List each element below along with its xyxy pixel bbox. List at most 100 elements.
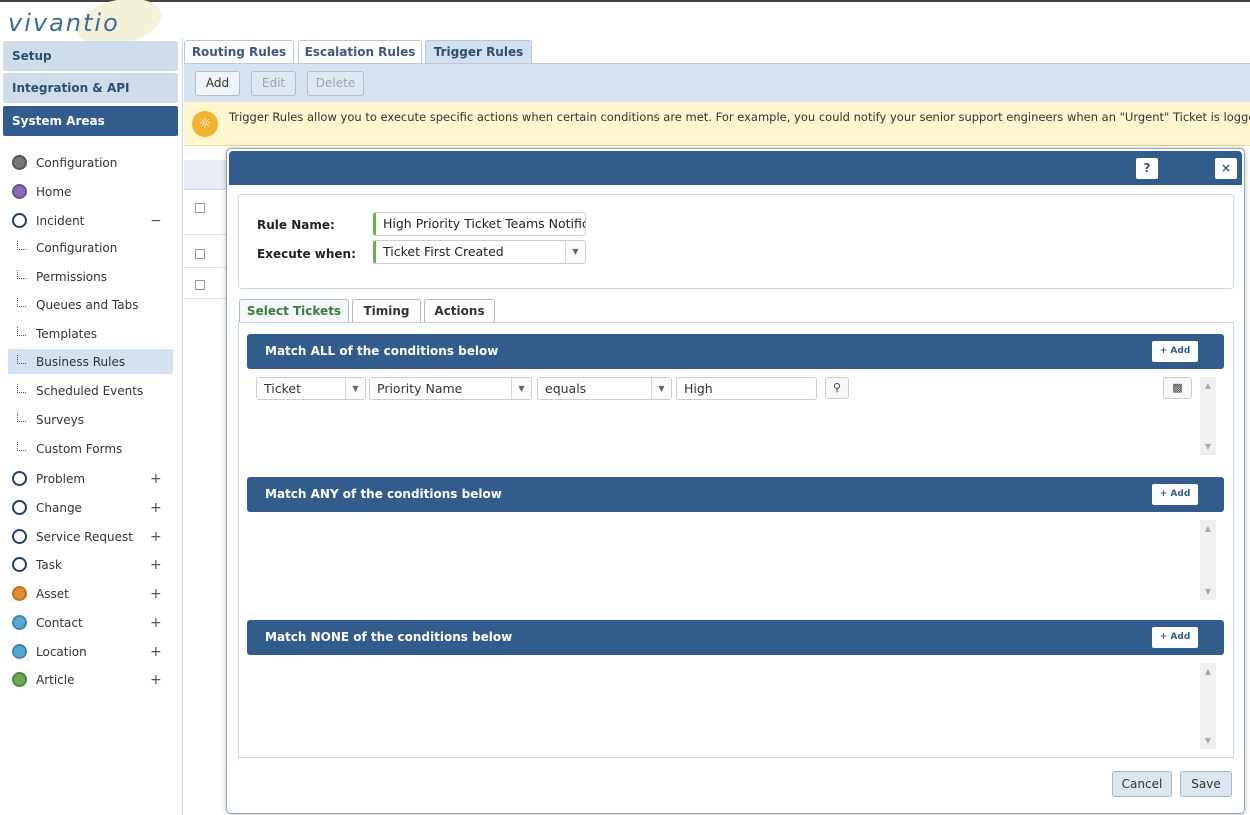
match-any-title: Match ANY of the conditions below [265, 487, 502, 501]
sidebar-item-label: Permissions [36, 269, 107, 284]
expand-toggle-icon[interactable]: + [150, 644, 162, 660]
sidebar-item-location[interactable]: Location + [0, 639, 183, 664]
tab-escalation-rules[interactable]: Escalation Rules [298, 40, 422, 63]
save-button[interactable]: Save [1180, 771, 1232, 797]
toolbar: Add Edit Delete [184, 63, 1250, 102]
sidebar-item-business-rules[interactable]: Business Rules [0, 349, 183, 374]
sidebar-item-permissions[interactable]: Permissions [0, 264, 183, 289]
sidebar-item-problem[interactable]: Problem + [0, 466, 183, 491]
chevron-down-icon: ▼ [651, 378, 671, 399]
sidebar-item-surveys[interactable]: Surveys [0, 407, 183, 432]
condition-operator-value: equals [545, 381, 587, 396]
match-any-add-button[interactable]: + Add [1152, 484, 1198, 505]
execute-when-select[interactable]: Ticket First Created ▼ [373, 240, 586, 264]
expand-toggle-icon[interactable]: + [150, 586, 162, 602]
sidebar-item-change[interactable]: Change + [0, 495, 183, 520]
sidebar-item-custom-forms[interactable]: Custom Forms [0, 436, 183, 461]
sidebar-item-label: Configuration [36, 155, 118, 170]
sidebar-item-queues-and-tabs[interactable]: Queues and Tabs [0, 292, 183, 317]
rule-name-input[interactable]: High Priority Ticket Teams Notifica [373, 212, 586, 236]
condition-value-input[interactable]: High [676, 377, 817, 400]
tree-branch-icon [17, 384, 26, 393]
grid-row-divider [184, 298, 228, 299]
sidebar-item-label: Business Rules [36, 354, 126, 369]
sidebar-item-home[interactable]: Home [0, 179, 183, 204]
close-button[interactable]: × [1215, 158, 1237, 179]
sidebar-item-contact[interactable]: Contact + [0, 610, 183, 635]
condition-entity-select[interactable]: Ticket ▼ [256, 377, 366, 400]
row-checkbox[interactable] [195, 280, 205, 290]
scroll-up-icon[interactable]: ▲ [1200, 381, 1216, 390]
sidebar-item-label: Asset [36, 586, 69, 601]
help-button[interactable]: ? [1136, 158, 1158, 179]
sidebar-item-label: Article [36, 672, 75, 687]
scroll-up-icon[interactable]: ▲ [1200, 667, 1216, 676]
match-none-scrollbar[interactable]: ▲ ▼ [1200, 663, 1216, 749]
chevron-down-icon: ▼ [511, 378, 531, 399]
chevron-down-icon: ▼ [345, 378, 365, 399]
grid-header [184, 160, 228, 190]
match-any-scrollbar[interactable]: ▲ ▼ [1200, 520, 1216, 600]
sidebar-item-article[interactable]: Article + [0, 667, 183, 692]
sidebar-item-service-request[interactable]: Service Request + [0, 524, 183, 549]
expand-toggle-icon[interactable]: + [150, 557, 162, 573]
expand-toggle-icon[interactable]: + [150, 672, 162, 688]
tree-branch-icon [17, 270, 26, 279]
sidebar-item-label: Home [36, 184, 72, 199]
sidebar-header-integration-api[interactable]: Integration & API [3, 73, 178, 103]
search-lookup-button[interactable]: ⚲ [825, 377, 849, 399]
delete-button[interactable]: Delete [307, 71, 364, 96]
match-none-title: Match NONE of the conditions below [265, 630, 513, 644]
rule-name-label: Rule Name: [257, 218, 335, 232]
scroll-down-icon[interactable]: ▼ [1200, 442, 1216, 451]
trigger-rule-dialog: ? × Rule Name: High Priority Ticket Team… [226, 148, 1245, 814]
sidebar-item-configuration[interactable]: Configuration [0, 150, 183, 175]
expand-toggle-icon[interactable]: + [150, 500, 162, 516]
tree-branch-icon [17, 413, 26, 422]
sidebar-item-label: Location [36, 644, 87, 659]
info-text: Trigger Rules allow you to execute speci… [229, 110, 1250, 124]
sidebar-item-task[interactable]: Task + [0, 552, 183, 577]
edit-button[interactable]: Edit [251, 71, 296, 96]
sidebar-item-label: Task [36, 557, 62, 572]
match-all-conditions: Ticket ▼ Priority Name ▼ equals ▼ High ⚲… [247, 369, 1224, 461]
collapse-toggle-icon[interactable]: − [150, 213, 162, 229]
condition-operator-select[interactable]: equals ▼ [537, 377, 672, 400]
match-any-header: Match ANY of the conditions below + Add [247, 477, 1224, 512]
chevron-down-icon: ▼ [565, 241, 585, 263]
sidebar-header-system-areas[interactable]: System Areas [3, 106, 178, 136]
sidebar-item-scheduled-events[interactable]: Scheduled Events [0, 378, 183, 403]
sidebar-item-incident-configuration[interactable]: Configuration [0, 235, 183, 260]
tab-actions[interactable]: Actions [424, 299, 495, 322]
sidebar-header-setup[interactable]: Setup [3, 41, 178, 71]
expand-toggle-icon[interactable]: + [150, 615, 162, 631]
expand-toggle-icon[interactable]: + [150, 471, 162, 487]
sidebar-item-templates[interactable]: Templates [0, 321, 183, 346]
expand-toggle-icon[interactable]: + [150, 529, 162, 545]
problem-icon [12, 471, 27, 486]
add-button[interactable]: Add [195, 71, 240, 96]
scroll-up-icon[interactable]: ▲ [1200, 524, 1216, 533]
sidebar-item-incident[interactable]: Incident − [0, 208, 183, 233]
scroll-down-icon[interactable]: ▼ [1200, 736, 1216, 745]
tab-routing-rules[interactable]: Routing Rules [184, 40, 294, 63]
tree-branch-icon [17, 355, 26, 364]
match-any-conditions: ▲ ▼ [247, 512, 1224, 604]
change-icon [12, 500, 27, 515]
sidebar-item-label: Templates [36, 326, 98, 341]
rule-details-panel: Rule Name: High Priority Ticket Teams No… [238, 194, 1234, 289]
match-all-scrollbar[interactable]: ▲ ▼ [1200, 377, 1216, 455]
cancel-button[interactable]: Cancel [1112, 771, 1172, 797]
sidebar-item-asset[interactable]: Asset + [0, 581, 183, 606]
delete-condition-trash-icon[interactable]: ▩ [1163, 377, 1192, 399]
tab-timing[interactable]: Timing [352, 299, 421, 322]
tab-select-tickets[interactable]: Select Tickets [239, 299, 349, 322]
match-none-add-button[interactable]: + Add [1152, 627, 1198, 648]
row-checkbox[interactable] [195, 249, 205, 259]
scroll-down-icon[interactable]: ▼ [1200, 587, 1216, 596]
execute-when-label: Execute when: [257, 247, 356, 261]
row-checkbox[interactable] [195, 203, 205, 213]
condition-field-select[interactable]: Priority Name ▼ [369, 377, 532, 400]
tab-trigger-rules[interactable]: Trigger Rules [425, 40, 532, 64]
match-all-add-button[interactable]: + Add [1152, 341, 1198, 362]
